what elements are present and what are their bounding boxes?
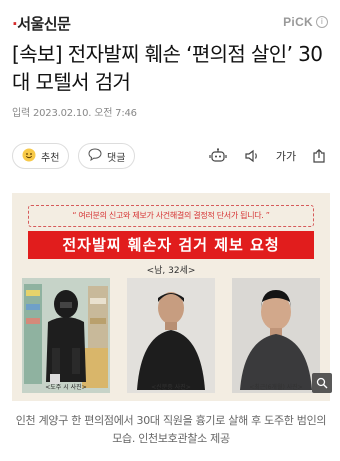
recent-photo: <최근(6개월) 사진> — [232, 278, 320, 393]
logo-text: 서울신문 — [17, 15, 71, 33]
speech-bubble-icon — [88, 148, 102, 164]
press-logo[interactable]: ·서울신문 — [12, 13, 71, 34]
poster-notice: “ 여러분의 신고와 제보가 사건해결의 결정적 단서가 됩니다. ” — [28, 205, 314, 227]
top-bar: ·서울신문 PiCK i — [0, 0, 340, 40]
cctv-photo: <도주 시 사진> — [22, 278, 110, 393]
photo-caption: <도주 시 사진> — [45, 384, 87, 391]
smile-icon — [22, 148, 36, 165]
id-photo: <신분증 사진> — [127, 278, 215, 393]
share-icon[interactable] — [308, 145, 330, 167]
robot-icon[interactable] — [206, 145, 230, 167]
comment-button[interactable]: 댓글 — [78, 143, 136, 169]
recommend-button[interactable]: 추천 — [12, 143, 70, 169]
poster-banner: 전자발찌 훼손자 검거 제보 요청 — [28, 231, 314, 259]
photo-caption: <신분증 사진> — [151, 384, 191, 391]
font-size-label: 가가 — [275, 150, 297, 163]
article-photo[interactable]: “ 여러분의 신고와 제보가 사건해결의 결정적 단서가 됩니다. ” 전자발찌… — [12, 193, 330, 401]
zoom-icon[interactable] — [312, 373, 332, 393]
article-dateline: 입력 2023.02.10. 오전 7:46 — [12, 108, 137, 119]
pick-label: PiCK — [283, 15, 313, 29]
photo-caption: <최근(6개월) 사진> — [249, 384, 303, 391]
article-headline: [속보] 전자발찌 훼손 ‘편의점 살인’ 30대 모텔서 검거 — [12, 42, 323, 94]
info-icon[interactable]: i — [316, 16, 328, 28]
article-actions: 추천 댓글 가가 — [12, 143, 330, 169]
comment-label: 댓글 — [107, 152, 126, 164]
recommend-label: 추천 — [41, 152, 60, 164]
font-size-button[interactable]: 가가 — [274, 145, 298, 167]
photo-description: 인천 계양구 한 편의점에서 30대 직원을 흉기로 살해 후 도주한 범인의 … — [15, 414, 327, 445]
speaker-icon[interactable] — [241, 145, 263, 167]
poster-subtitle: <남, 32세> — [146, 266, 196, 276]
pick-badge[interactable]: PiCK i — [283, 15, 328, 29]
